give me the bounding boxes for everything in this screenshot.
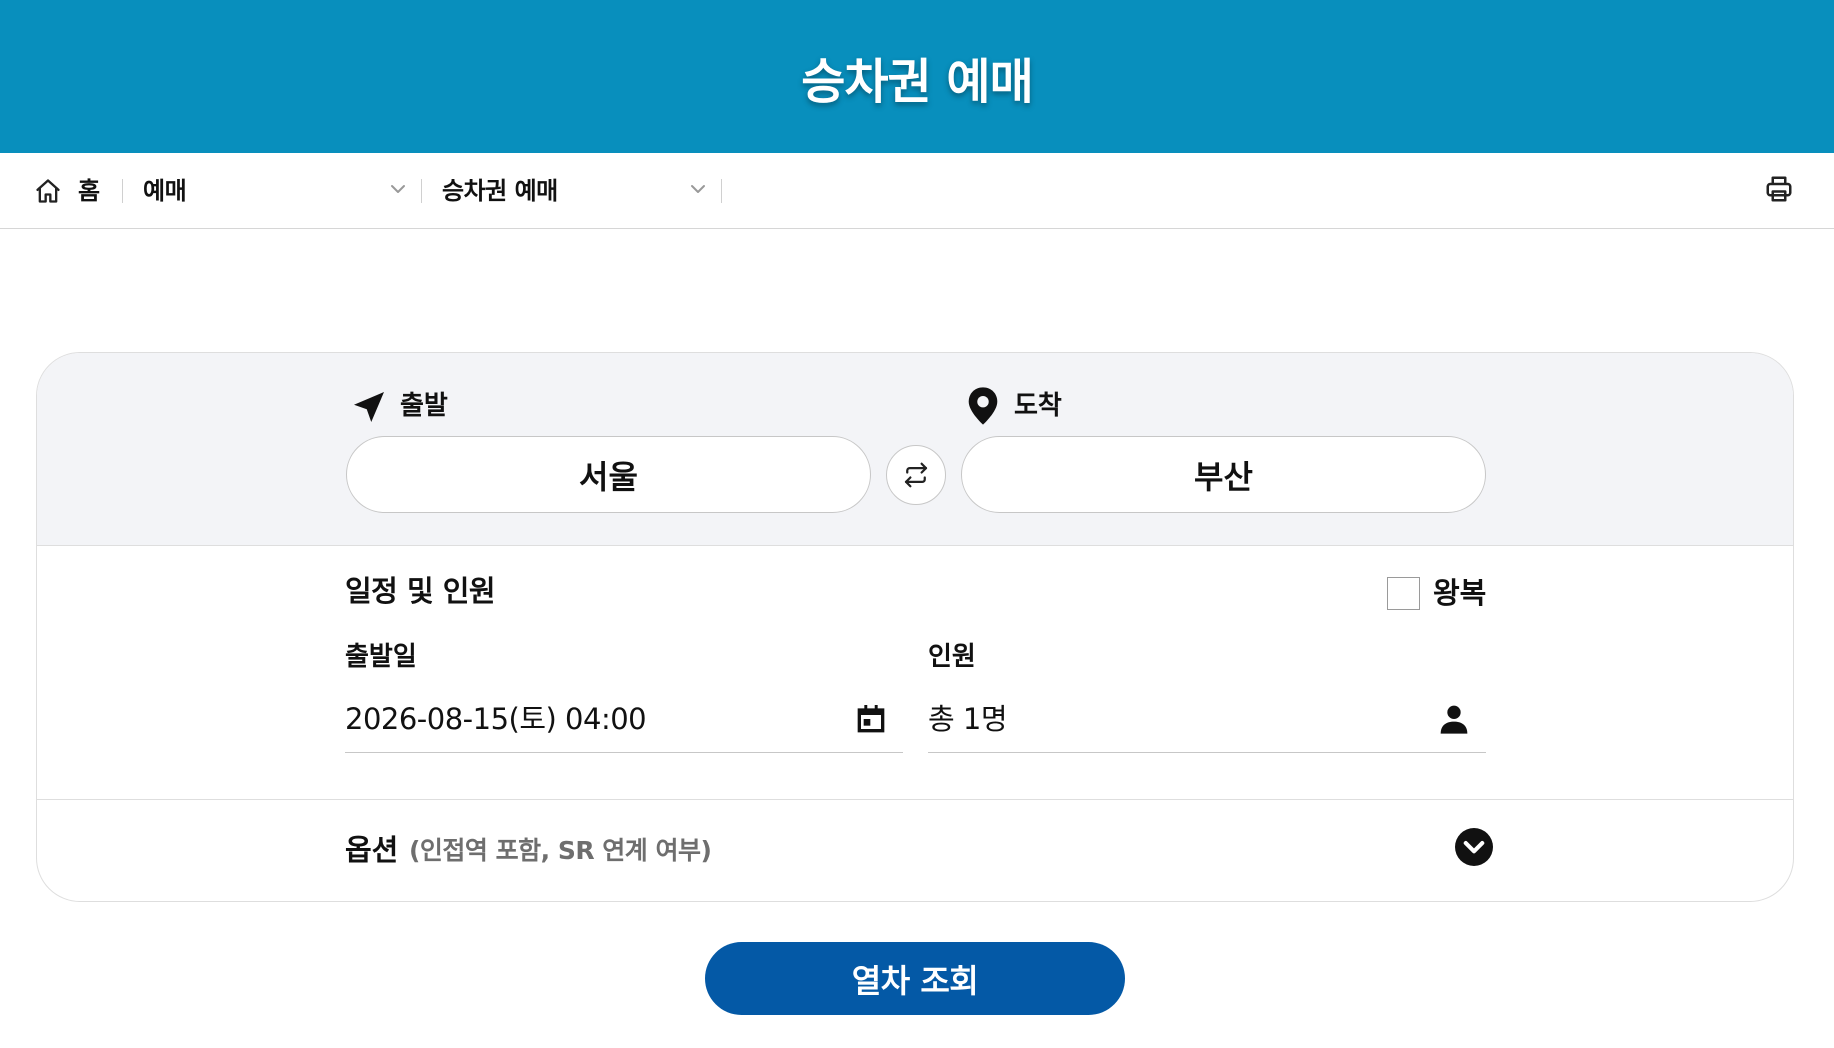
arrival-label: 도착: [1014, 391, 1062, 421]
swap-stations-button[interactable]: [886, 445, 946, 505]
breadcrumb-home-link[interactable]: 홈: [78, 175, 100, 207]
options-toggle-row[interactable]: 옵션 (인접역 포함, SR 연계 여부): [37, 799, 1793, 901]
passenger-field[interactable]: 총 1명: [928, 683, 1486, 753]
departure-date-label: 출발일: [345, 642, 417, 672]
departure-station-button[interactable]: 서울: [346, 436, 871, 513]
breadcrumb-separator: [721, 179, 722, 203]
departure-label: 출발: [400, 391, 448, 421]
location-arrow-icon: [354, 392, 384, 422]
passenger-value: 총 1명: [928, 702, 1008, 736]
calendar-icon[interactable]: [855, 703, 887, 735]
chevron-down-icon[interactable]: [389, 182, 407, 196]
swap-arrows-icon: [904, 462, 928, 488]
breadcrumb-menu-reservation[interactable]: 예매: [143, 175, 187, 207]
route-panel: 출발 도착 서울 부산: [37, 353, 1793, 546]
breadcrumb-separator: [421, 179, 422, 203]
chevron-down-icon[interactable]: [689, 182, 707, 196]
person-icon[interactable]: [1438, 703, 1470, 735]
breadcrumb-menu-ticket-reservation[interactable]: 승차권 예매: [442, 175, 558, 207]
reservation-form-card: 출발 도착 서울 부산 일정 및 인원 왕복 출발일 2026-08-15(토)…: [36, 352, 1794, 902]
options-subtitle: (인접역 포함, SR 연계 여부): [409, 836, 712, 865]
schedule-section-title: 일정 및 인원: [345, 574, 496, 608]
departure-date-value: 2026-08-15(토) 04:00: [345, 702, 647, 736]
page-title: 승차권 예매: [801, 53, 1034, 110]
home-icon[interactable]: [34, 177, 62, 205]
options-title: 옵션: [345, 833, 399, 867]
breadcrumb: 홈 예매 승차권 예매: [0, 153, 1834, 229]
departure-date-field[interactable]: 2026-08-15(토) 04:00: [345, 683, 903, 753]
passenger-label: 인원: [928, 642, 976, 672]
roundtrip-checkbox[interactable]: [1387, 577, 1420, 610]
print-icon[interactable]: [1764, 174, 1794, 204]
chevron-down-circle-icon[interactable]: [1455, 828, 1493, 866]
map-pin-icon: [968, 387, 998, 425]
roundtrip-label[interactable]: 왕복: [1433, 573, 1486, 613]
breadcrumb-separator: [122, 179, 123, 203]
arrival-station-button[interactable]: 부산: [961, 436, 1486, 513]
page-header: 승차권 예매: [0, 0, 1834, 153]
search-trains-button[interactable]: 열차 조회: [705, 942, 1125, 1015]
